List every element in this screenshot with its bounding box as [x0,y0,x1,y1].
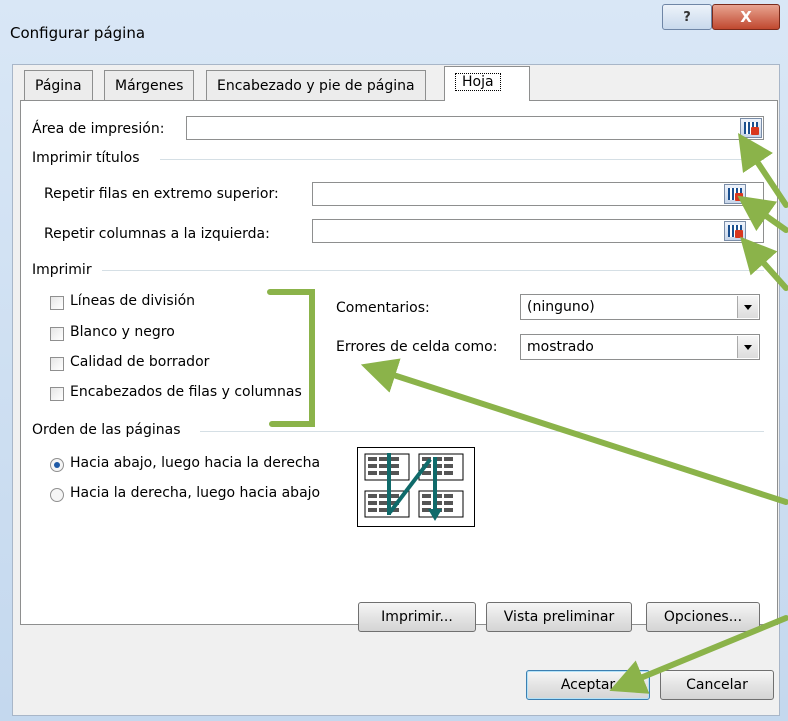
print-area-label: Área de impresión: [32,121,165,137]
draft-quality-label: Calidad de borrador [70,354,210,370]
black-white-checkbox[interactable] [50,327,64,341]
print-button[interactable]: Imprimir... [358,602,476,632]
print-area-input[interactable] [186,116,764,140]
cols-repeat-label: Repetir columnas a la izquierda: [44,226,270,242]
options-button[interactable]: Opciones... [646,602,760,632]
row-col-headings-checkbox[interactable] [50,387,64,401]
print-titles-section: Imprimir títulos [32,150,140,166]
over-then-down-radio[interactable] [50,488,64,502]
comments-select[interactable]: (ninguno) [520,294,760,320]
rows-repeat-input[interactable] [312,182,764,206]
section-divider [160,159,764,160]
down-then-over-radio[interactable] [50,458,64,472]
cell-errors-label: Errores de celda como: [336,339,498,355]
cancel-button[interactable]: Cancelar [660,670,774,700]
page-order-section: Orden de las páginas [32,422,181,438]
cell-errors-select[interactable]: mostrado [520,334,760,360]
gridlines-checkbox[interactable] [50,296,64,310]
cols-repeat-input[interactable] [312,219,764,243]
chevron-down-icon[interactable] [737,336,758,358]
black-white-label: Blanco y negro [70,324,175,340]
page-order-preview-icon [357,447,475,527]
print-preview-button[interactable]: Vista preliminar [486,602,632,632]
comments-label: Comentarios: [336,300,430,316]
tab-margenes[interactable]: Márgenes [104,70,195,100]
chevron-down-icon[interactable] [737,296,758,318]
draft-quality-checkbox[interactable] [50,357,64,371]
help-button[interactable]: ? [662,4,712,30]
collapse-dialog-icon[interactable] [740,118,762,138]
close-button[interactable]: X [712,4,780,30]
rows-repeat-label: Repetir filas en extremo superior: [44,186,279,202]
tab-encabezado[interactable]: Encabezado y pie de página [206,70,426,100]
over-then-down-label: Hacia la derecha, luego hacia abajo [70,485,321,501]
section-divider [200,431,764,432]
dialog-window: Configurar página ? X Página Márgenes En… [0,0,788,721]
row-col-headings-label: Encabezados de filas y columnas [70,384,302,400]
cell-errors-value: mostrado [527,339,594,355]
gridlines-label: Líneas de división [70,293,196,309]
tab-hoja[interactable]: Hoja [444,66,530,101]
ok-button[interactable]: Aceptar [526,670,650,700]
tab-hoja-label: Hoja [455,73,501,91]
print-section: Imprimir [32,262,92,278]
comments-value: (ninguno) [527,299,595,315]
down-then-over-label: Hacia abajo, luego hacia la derecha [70,455,321,471]
collapse-dialog-icon[interactable] [724,221,746,241]
collapse-dialog-icon[interactable] [724,184,746,204]
section-divider [102,270,764,271]
tab-pagina[interactable]: Página [24,70,93,100]
dialog-title: Configurar página [10,24,146,42]
